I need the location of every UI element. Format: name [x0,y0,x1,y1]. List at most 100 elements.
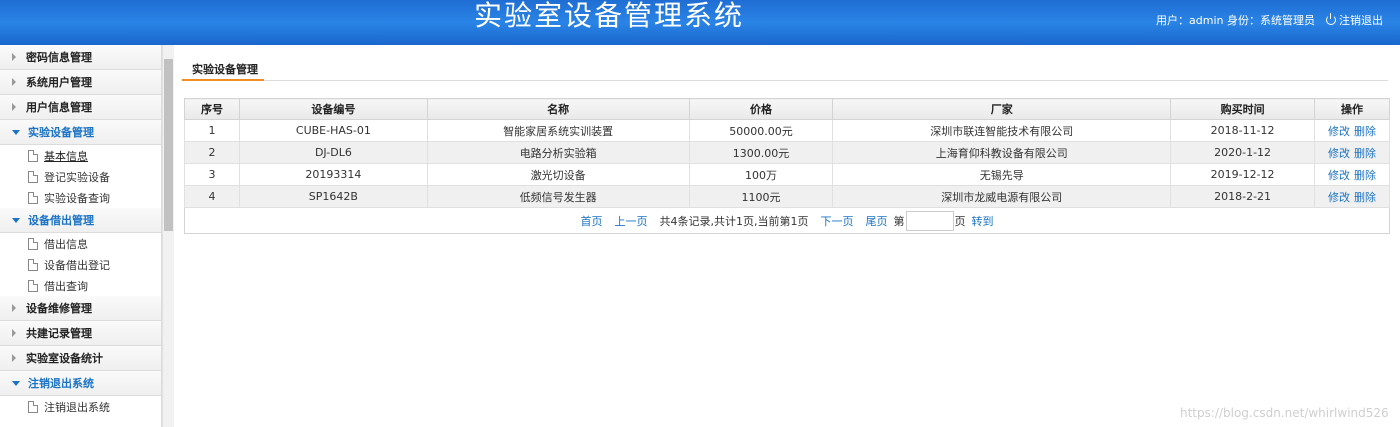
col-header: 操作 [1314,98,1390,120]
cell-date: 2019-12-12 [1170,163,1316,186]
sidebar-group-equipment[interactable]: 实验设备管理 [0,120,161,145]
sidebar-group-password[interactable]: 密码信息管理 [0,45,161,70]
sidebar-item-label: 实验设备查询 [44,191,110,205]
scrollbar-thumb[interactable] [164,59,173,231]
sidebar-item-query-equipment[interactable]: 实验设备查询 [0,187,161,208]
cell-vendor: 深圳市联连智能技术有限公司 [832,119,1172,142]
sidebar-group-label: 实验设备管理 [28,126,94,139]
cell-actions: 修改 删除 [1314,163,1390,186]
sidebar-item-label: 基本信息 [44,149,88,163]
table-row: 4 SP1642B 低频信号发生器 1100元 深圳市龙威电源有限公司 2018… [184,185,1390,208]
delete-link[interactable]: 删除 [1354,147,1376,160]
tab-equipment-management[interactable]: 实验设备管理 [182,58,264,81]
chevron-down-icon [12,380,20,386]
cell-date: 2018-2-21 [1170,185,1316,208]
delete-link[interactable]: 删除 [1354,125,1376,138]
sidebar-item-label: 借出信息 [44,237,88,251]
logout-label: 注销退出 [1339,14,1383,27]
cell-index: 2 [184,141,240,164]
col-header: 厂家 [832,98,1172,120]
col-header: 设备编号 [238,98,428,120]
pagination: 首页 上一页 共4条记录,共计1页,当前第1页 下一页 尾页 第 页 转到 [184,208,1390,234]
go-to-page-link[interactable]: 转到 [972,213,994,229]
cell-vendor: 上海育仰科教设备有限公司 [832,141,1172,164]
cell-name: 电路分析实验箱 [426,141,690,164]
sidebar-group-label: 设备维修管理 [26,302,92,315]
cell-price: 1300.00元 [688,141,834,164]
sidebar-item-label: 借出查询 [44,279,88,293]
sidebar-item-basic-info[interactable]: 基本信息 [0,145,161,166]
sidebar-item-lending-info[interactable]: 借出信息 [0,233,161,254]
cell-price: 1100元 [688,185,834,208]
sidebar-item-lending-query[interactable]: 借出查询 [0,275,161,296]
sidebar-group-logout[interactable]: 注销退出系统 [0,371,161,396]
table-row: 3 20193314 激光切设备 100万 无锡先导 2019-12-12 修改… [184,163,1390,186]
app-title: 实验室设备管理系统 [474,0,745,32]
logout-link[interactable]: 注销退出 [1326,12,1383,28]
chevron-right-icon [12,304,16,312]
edit-link[interactable]: 修改 [1328,169,1350,182]
user-info: 用户：admin 身份：系统管理员 [1156,14,1315,27]
document-icon [28,191,38,204]
chevron-down-icon [12,217,20,223]
cell-name: 激光切设备 [426,163,690,186]
cell-actions: 修改 删除 [1314,185,1390,208]
document-icon [28,149,38,162]
delete-link[interactable]: 删除 [1354,191,1376,204]
prev-page-link[interactable]: 上一页 [615,213,648,229]
watermark: https://blog.csdn.net/whirlwind526 [1180,406,1389,420]
edit-link[interactable]: 修改 [1328,191,1350,204]
cell-index: 3 [184,163,240,186]
sidebar-group-repair[interactable]: 设备维修管理 [0,296,161,321]
cell-code: DJ-DL6 [238,141,428,164]
page-prefix: 第 [893,214,905,228]
power-icon [1326,13,1336,25]
sidebar-scrollbar[interactable] [162,45,174,427]
edit-link[interactable]: 修改 [1328,125,1350,138]
sidebar-group-lending[interactable]: 设备借出管理 [0,208,161,233]
sidebar-group-system-users[interactable]: 系统用户管理 [0,70,161,95]
tab-bar: 实验设备管理 [182,58,1388,81]
cell-vendor: 无锡先导 [832,163,1172,186]
sidebar-group-label: 用户信息管理 [26,101,92,114]
app-header: 实验室设备管理系统 用户：admin 身份：系统管理员 注销退出 [0,0,1400,45]
sidebar-item-label: 登记实验设备 [44,170,110,184]
cell-price: 50000.00元 [688,119,834,142]
document-icon [28,279,38,292]
sidebar-group-user-info[interactable]: 用户信息管理 [0,95,161,120]
sidebar-group-label: 共建记录管理 [26,327,92,340]
edit-link[interactable]: 修改 [1328,147,1350,160]
document-icon [28,258,38,271]
sidebar-group-label: 注销退出系统 [28,377,94,390]
sidebar-item-register-equipment[interactable]: 登记实验设备 [0,166,161,187]
cell-index: 1 [184,119,240,142]
cell-actions: 修改 删除 [1314,119,1390,142]
first-page-link[interactable]: 首页 [581,213,603,229]
last-page-link[interactable]: 尾页 [866,213,888,229]
delete-link[interactable]: 删除 [1354,169,1376,182]
document-icon [28,237,38,250]
sidebar-group-records[interactable]: 共建记录管理 [0,321,161,346]
chevron-down-icon [12,129,20,135]
cell-name: 低频信号发生器 [426,185,690,208]
page-suffix: 页 [954,214,966,228]
chevron-right-icon [12,329,16,337]
sidebar-item-logout[interactable]: 注销退出系统 [0,396,161,417]
cell-name: 智能家居系统实训装置 [426,119,690,142]
cell-date: 2020-1-12 [1170,141,1316,164]
sidebar-group-label: 系统用户管理 [26,76,92,89]
pagination-info: 共4条记录,共计1页,当前第1页 [659,214,809,228]
table-row: 1 CUBE-HAS-01 智能家居系统实训装置 50000.00元 深圳市联连… [184,119,1390,142]
chevron-right-icon [12,78,16,86]
col-header: 名称 [426,98,690,120]
sidebar-item-label: 设备借出登记 [44,258,110,272]
sidebar-group-statistics[interactable]: 实验室设备统计 [0,346,161,371]
sidebar: 密码信息管理 系统用户管理 用户信息管理 实验设备管理 基本信息 登记实验设备 … [0,45,162,427]
document-icon [28,400,38,413]
page-number-input[interactable] [905,210,954,231]
cell-vendor: 深圳市龙威电源有限公司 [832,185,1172,208]
sidebar-item-label: 注销退出系统 [44,400,110,414]
table-row: 2 DJ-DL6 电路分析实验箱 1300.00元 上海育仰科教设备有限公司 2… [184,141,1390,164]
sidebar-item-lending-register[interactable]: 设备借出登记 [0,254,161,275]
next-page-link[interactable]: 下一页 [821,213,854,229]
